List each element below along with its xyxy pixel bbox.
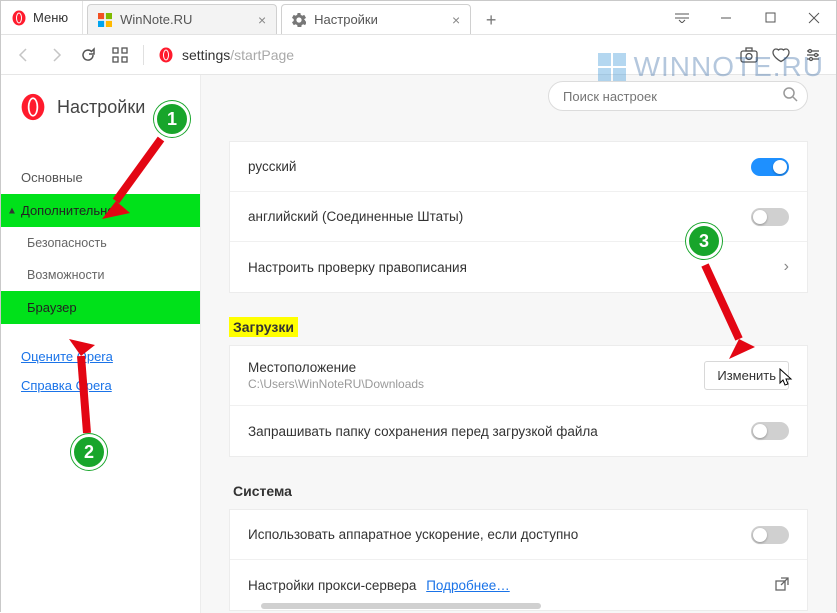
nav-back-button[interactable] <box>15 46 33 64</box>
easy-setup-icon[interactable] <box>804 46 822 64</box>
opera-icon <box>11 10 27 26</box>
winnote-favicon <box>98 13 112 27</box>
nav-forward-button[interactable] <box>47 46 65 64</box>
tab-settings[interactable]: Настройки × <box>281 4 471 34</box>
languages-card: русский английский (Соединенные Штаты) Н… <box>229 141 808 293</box>
content: Настройки Основные ▲ Дополнительно Безоп… <box>1 75 836 613</box>
opera-icon <box>158 47 174 63</box>
toolbar: settings/startPage <box>1 35 836 75</box>
rate-opera-link[interactable]: Оцените Opera <box>1 342 200 371</box>
menu-label: Меню <box>33 10 68 25</box>
download-location-row: Местоположение C:\Users\WinNoteRU\Downlo… <box>230 346 807 406</box>
system-title: Система <box>229 481 296 501</box>
hw-accel-toggle[interactable] <box>751 526 789 544</box>
search-icon <box>783 87 798 105</box>
settings-search <box>548 81 808 111</box>
download-location-value: C:\Users\WinNoteRU\Downloads <box>248 377 704 391</box>
sidebar-item-browser[interactable]: Браузер <box>1 291 200 324</box>
proxy-learn-more-link[interactable]: Подробнее… <box>426 578 510 593</box>
horizontal-scrollbar[interactable] <box>261 603 541 609</box>
tab-title: Настройки <box>314 12 444 27</box>
url-path: /startPage <box>230 47 294 63</box>
system-card: Использовать аппаратное ускорение, если … <box>229 509 808 611</box>
search-input[interactable] <box>548 81 808 111</box>
new-tab-button[interactable]: + <box>477 6 505 34</box>
lang-english-toggle[interactable] <box>751 208 789 226</box>
sidebar: Настройки Основные ▲ Дополнительно Безоп… <box>1 75 201 613</box>
sidebar-header: Настройки <box>1 87 200 139</box>
reload-button[interactable] <box>79 46 97 64</box>
change-location-button[interactable]: Изменить <box>704 361 789 390</box>
gear-icon <box>292 13 306 27</box>
window-controls <box>660 1 836 34</box>
menu-button[interactable]: Меню <box>1 1 83 34</box>
lang-russian-row: русский <box>230 142 807 192</box>
page-title: Настройки <box>57 97 145 118</box>
tab-winnote[interactable]: WinNote.RU × <box>87 4 277 34</box>
spellcheck-row[interactable]: Настроить проверку правописания › <box>230 242 807 292</box>
bookmark-icon[interactable] <box>772 46 790 64</box>
ask-before-download-row: Запрашивать папку сохранения перед загру… <box>230 406 807 456</box>
window-minimize-button[interactable] <box>704 1 748 35</box>
downloads-card: Местоположение C:\Users\WinNoteRU\Downlo… <box>229 345 808 457</box>
hw-accel-row: Использовать аппаратное ускорение, если … <box>230 510 807 560</box>
chevron-right-icon: › <box>784 258 789 276</box>
chevron-up-icon: ▲ <box>7 205 17 216</box>
tab-title: WinNote.RU <box>120 12 250 27</box>
ask-before-download-toggle[interactable] <box>751 422 789 440</box>
toolbar-divider <box>143 45 144 65</box>
snapshot-icon[interactable] <box>740 46 758 64</box>
window-maximize-button[interactable] <box>748 1 792 35</box>
main-panel: русский английский (Соединенные Штаты) Н… <box>201 75 836 613</box>
tab-close-icon[interactable]: × <box>258 12 266 28</box>
downloads-title: Загрузки <box>229 317 298 337</box>
lang-english-row: английский (Соединенные Штаты) <box>230 192 807 242</box>
sidebar-item-basic[interactable]: Основные <box>1 161 200 194</box>
mouse-cursor-icon <box>778 368 794 393</box>
sidebar-item-features[interactable]: Возможности <box>1 259 200 291</box>
sidebar-item-advanced[interactable]: ▲ Дополнительно <box>1 194 200 227</box>
tab-close-icon[interactable]: × <box>452 12 460 28</box>
titlebar: Меню WinNote.RU × Настройки × + <box>1 1 836 35</box>
address-bar[interactable]: settings/startPage <box>158 47 726 63</box>
sidebar-item-security[interactable]: Безопасность <box>1 227 200 259</box>
tabs-menu-button[interactable] <box>660 1 704 35</box>
opera-icon <box>19 93 47 121</box>
speed-dial-button[interactable] <box>111 46 129 64</box>
window-close-button[interactable] <box>792 1 836 35</box>
url-scheme: settings <box>182 47 230 63</box>
lang-russian-toggle[interactable] <box>751 158 789 176</box>
tab-strip: WinNote.RU × Настройки × + <box>83 1 660 34</box>
open-external-icon[interactable] <box>775 577 789 594</box>
help-opera-link[interactable]: Справка Opera <box>1 371 200 400</box>
